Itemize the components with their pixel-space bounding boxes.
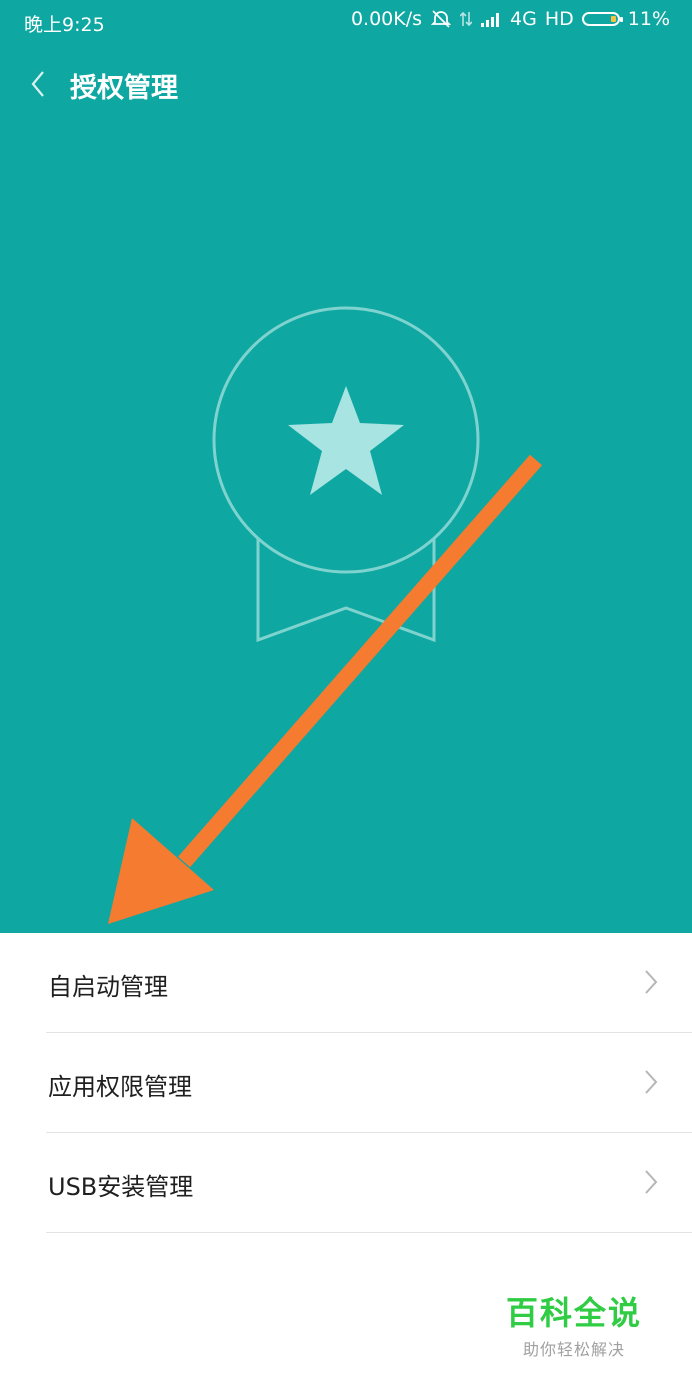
network-type: 4G: [510, 8, 537, 30]
settings-menu: 自启动管理 应用权限管理 USB安装管理: [0, 933, 692, 1233]
watermark: 百科全说 助你轻松解决: [506, 1288, 642, 1360]
back-button[interactable]: [24, 66, 52, 102]
alarm-off-icon: [430, 9, 452, 29]
menu-item-autostart[interactable]: 自启动管理: [0, 933, 692, 1033]
data-transfer-icon: [460, 10, 473, 28]
status-time: 晚上9:25: [24, 14, 105, 36]
battery-percent: 11%: [627, 8, 670, 30]
menu-item-label: 自启动管理: [48, 973, 168, 1001]
watermark-subtitle: 助你轻松解决: [522, 1340, 625, 1359]
chevron-right-icon: [645, 1070, 658, 1094]
divider: [46, 1232, 692, 1233]
battery-icon: [581, 12, 623, 26]
menu-item-usb-install[interactable]: USB安装管理: [0, 1133, 692, 1233]
menu-item-label: 应用权限管理: [48, 1073, 192, 1101]
award-badge-icon: [212, 306, 480, 643]
hd-indicator: HD: [544, 8, 574, 30]
page-title: 授权管理: [70, 73, 178, 104]
title-bar: 授权管理: [0, 56, 692, 112]
network-speed: 0.00K/s: [350, 8, 423, 30]
watermark-title: 百科全说: [505, 1294, 642, 1332]
hero-area: 晚上9:25 0.00K/s 4G HD 11% 授权管理: [0, 0, 692, 933]
menu-item-app-permissions[interactable]: 应用权限管理: [0, 1033, 692, 1133]
chevron-left-icon: [31, 71, 44, 97]
status-right: 0.00K/s 4G HD 11%: [351, 8, 670, 30]
status-bar: 晚上9:25 0.00K/s 4G HD 11%: [0, 0, 692, 44]
signal-icon: [480, 11, 502, 27]
chevron-right-icon: [645, 970, 658, 994]
chevron-right-icon: [645, 1170, 658, 1194]
menu-item-label: USB安装管理: [48, 1173, 194, 1201]
